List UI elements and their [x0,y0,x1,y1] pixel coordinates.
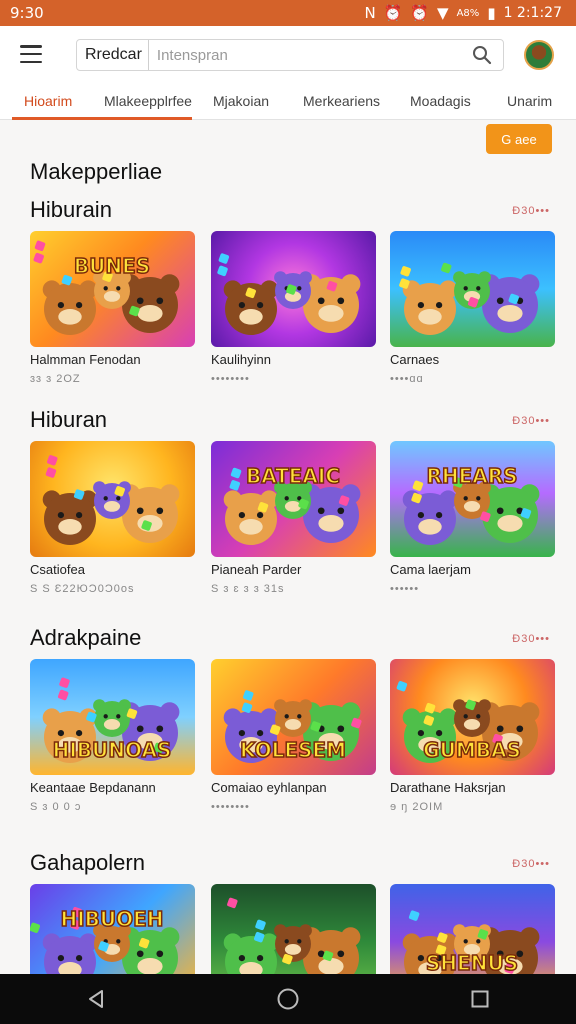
section-title: Hiburan [30,407,108,432]
alarm-icon-2: ⏰ [410,4,430,22]
card-title: Keantaae Bepdanann [30,780,156,795]
game-card[interactable]: RHEARS Cama laerjam •••••• [390,441,555,595]
game-thumbnail[interactable]: BATEAIC [211,441,376,557]
status-carrier: A8% [456,7,480,19]
avatar[interactable] [524,40,554,70]
game-card[interactable]: Csatiofea S S Ɛ22ЮƆ0Ɔ0os [30,441,195,595]
active-tab-indicator [12,117,192,120]
section-title: Adrakpaine [30,625,142,650]
character-illustration: GUMBAS [396,681,540,763]
see-more-link[interactable]: Ð30••• [512,858,550,870]
game-logo-text: HIBUNOAS [53,738,172,762]
card-title: Pianeah Parder [211,562,302,577]
battery-icon: ▮ [487,4,496,22]
game-thumbnail[interactable]: BUNES [30,231,195,347]
see-more-link[interactable]: Ð30••• [512,633,550,645]
see-more-link[interactable]: Ð30••• [512,205,550,217]
game-card[interactable]: HIBUNOAS Keantaae Bepdanann S ɜ 0 0 ɔ [30,659,195,813]
tab-moadagis[interactable]: Moadagis [410,93,471,109]
game-logo-text: BUNES [74,254,150,278]
card-meta: •••••••• [211,373,250,385]
card-meta: S ɜ 0 0 ɔ [30,801,82,813]
game-card[interactable]: BUNES Halmman Fenodan ɜɜ ɜ 2OZ [30,231,195,385]
status-bar: 9:30 N ⏰ ⏰ ▼ A8% ▮ 1 2:1:27 [0,0,576,26]
app-header: Rredcar [0,26,576,82]
card-title: Carnaes [390,352,440,367]
game-card[interactable]: Carnaes ••••ɑɑ [390,231,555,385]
card-meta: ɜɜ ɜ 2OZ [30,373,81,385]
tab-mjakoian[interactable]: Mjakoian [213,93,269,109]
page-title: Makepperliae [30,159,163,184]
game-card[interactable]: BATEAIC Pianeah Parder S ɜ ɛ ɜ ɜ 31s [211,441,376,595]
card-title: Kaulihyinn [211,352,271,367]
orange-action-button[interactable]: G aee [486,124,552,154]
game-logo-text: SHENUS [426,951,518,975]
card-meta: ••••ɑɑ [390,373,424,385]
game-thumbnail[interactable]: RHEARS [390,441,555,557]
tab-hioarim[interactable]: Hioarim [24,93,72,109]
search-box[interactable]: Rredcar [76,39,504,71]
recents-icon[interactable] [460,979,500,1019]
search-input[interactable] [148,46,467,64]
section-title: Gahapolern [30,850,145,875]
status-time: 9:30 [10,4,44,22]
hamburger-icon[interactable] [20,45,42,63]
game-thumbnail[interactable]: KOLESEM [211,659,376,775]
wifi-icon: ▼ [437,4,449,22]
character-illustration [399,262,540,335]
character-illustration: BATEAIC [223,463,361,545]
card-title: Csatiofea [30,562,85,577]
card-meta: ɘ ŋ 2OIM [390,801,444,813]
game-logo-text: HIBUOEH [60,907,163,931]
game-thumbnail[interactable] [30,441,195,557]
game-thumbnail[interactable] [211,231,376,347]
game-logo-text: KOLESEM [240,738,346,762]
alarm-icon: ⏰ [383,4,403,22]
game-card[interactable]: GUMBAS Darathane Haksrjan ɘ ŋ 2OIM [390,659,555,813]
nfc-icon: N [364,4,376,22]
status-clock: 1 2:1:27 [503,5,562,21]
character-illustration: BUNES [33,240,180,335]
game-logo-text: GUMBAS [423,738,521,762]
card-title: Halmman Fenodan [30,352,141,367]
game-card[interactable]: Kaulihyinn •••••••• [211,231,376,385]
search-category-tag[interactable]: Rredcar [77,40,149,70]
card-meta: •••••• [390,583,420,595]
character-illustration: RHEARS [402,463,540,545]
card-meta: •••••••• [211,801,250,813]
character-illustration: KOLESEM [223,690,362,763]
game-logo-text: BATEAIC [246,464,340,488]
game-card[interactable]: KOLESEM Comaiao eyhlanpan •••••••• [211,659,376,813]
status-icons: N ⏰ ⏰ ▼ A8% ▮ 1 2:1:27 [364,4,562,22]
back-icon[interactable] [76,979,116,1019]
system-nav-bar [0,974,576,1024]
character-illustration: HIBUNOAS [42,677,180,763]
game-thumbnail[interactable]: GUMBAS [390,659,555,775]
character-illustration [217,253,361,335]
see-more-link[interactable]: Ð30••• [512,415,550,427]
category-tabs: Hioarim Mlakeepplrfee Mjakoian Merkearie… [0,82,576,120]
card-title: Darathane Haksrjan [390,780,506,795]
game-logo-text: RHEARS [426,464,517,488]
card-meta: S ɜ ɛ ɜ ɜ 31s [211,583,285,595]
section-title: Hiburain [30,197,112,222]
game-thumbnail[interactable] [390,231,555,347]
tab-merkeariens[interactable]: Merkeariens [303,93,380,109]
tab-unarim[interactable]: Unarim [507,93,552,109]
game-thumbnail[interactable]: HIBUNOAS [30,659,195,775]
tab-mlakeepplrfee[interactable]: Mlakeepplrfee [104,93,192,109]
card-title: Cama laerjam [390,562,471,577]
card-title: Comaiao eyhlanpan [211,780,327,795]
home-icon[interactable] [268,979,308,1019]
character-illustration [42,455,180,545]
card-meta: S S Ɛ22ЮƆ0Ɔ0os [30,583,135,595]
search-icon[interactable] [467,40,497,70]
